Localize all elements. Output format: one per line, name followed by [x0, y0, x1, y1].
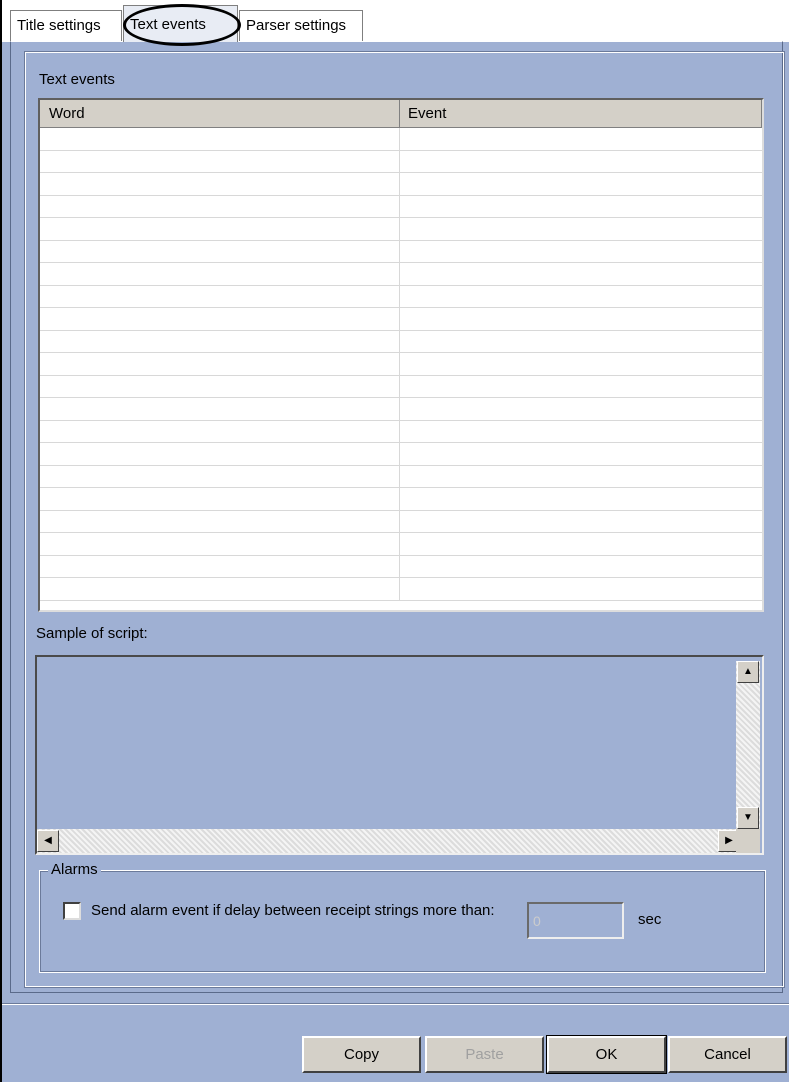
- grid-cell-word[interactable]: [40, 240, 400, 262]
- tab-parser-settings[interactable]: Parser settings: [239, 10, 363, 41]
- grid-cell-word[interactable]: [40, 555, 400, 577]
- grid-cell-event[interactable]: [400, 241, 762, 263]
- grid-cell-word[interactable]: [40, 195, 400, 217]
- grid-row[interactable]: [40, 443, 762, 466]
- horizontal-scrollbar[interactable]: ◀ ▶: [37, 829, 740, 853]
- sample-script-textarea[interactable]: ▲ ▼ ◀ ▶: [35, 655, 764, 855]
- tab-title-settings[interactable]: Title settings: [10, 10, 122, 41]
- grid-cell-event[interactable]: [400, 331, 762, 353]
- column-header-word[interactable]: Word: [40, 100, 400, 127]
- grid-cell-word[interactable]: [40, 578, 400, 600]
- column-header-event[interactable]: Event: [400, 100, 762, 127]
- grid-cell-word[interactable]: [40, 465, 400, 487]
- grid-cell-word[interactable]: [40, 330, 400, 352]
- grid-row[interactable]: [40, 173, 762, 196]
- grid-row[interactable]: [40, 240, 762, 263]
- grid-cell-event[interactable]: [400, 398, 762, 420]
- sample-script-label: Sample of script:: [36, 625, 148, 642]
- grid-cell-event[interactable]: [400, 173, 762, 195]
- grid-cell-event[interactable]: [400, 196, 762, 218]
- grid-row[interactable]: [40, 375, 762, 398]
- grid-cell-event[interactable]: [400, 286, 762, 308]
- grid-cell-event[interactable]: [400, 511, 762, 533]
- scroll-up-icon[interactable]: ▲: [737, 661, 759, 683]
- grid-cell-event[interactable]: [400, 488, 762, 510]
- copy-button[interactable]: Copy: [302, 1036, 421, 1073]
- grid-cell-word[interactable]: [40, 353, 400, 375]
- grid-row[interactable]: [40, 533, 762, 556]
- ok-button[interactable]: OK: [546, 1035, 667, 1074]
- grid-cell-word[interactable]: [40, 173, 400, 195]
- text-events-label: Text events: [39, 71, 115, 88]
- grid-row[interactable]: [40, 353, 762, 376]
- tab-bar: Title settings Text events Parser settin…: [2, 0, 789, 46]
- send-alarm-checkbox[interactable]: [63, 902, 81, 920]
- alarms-legend: Alarms: [48, 861, 101, 878]
- grid-cell-event[interactable]: [400, 151, 762, 173]
- scroll-left-icon[interactable]: ◀: [37, 830, 59, 852]
- grid-row[interactable]: [40, 510, 762, 533]
- grid-cell-word[interactable]: [40, 308, 400, 330]
- grid-cell-event[interactable]: [400, 353, 762, 375]
- grid-cell-event[interactable]: [400, 556, 762, 578]
- grid-row[interactable]: [40, 195, 762, 218]
- text-events-grid[interactable]: Word Event: [38, 98, 764, 612]
- grid-cell-word[interactable]: [40, 128, 400, 150]
- tab-text-events[interactable]: Text events: [123, 5, 238, 42]
- grid-cell-event[interactable]: [400, 308, 762, 330]
- grid-cell-word[interactable]: [40, 263, 400, 285]
- grid-cell-event[interactable]: [400, 533, 762, 555]
- grid-cell-event[interactable]: [400, 263, 762, 285]
- grid-cell-word[interactable]: [40, 488, 400, 510]
- grid-cell-event[interactable]: [400, 218, 762, 240]
- grid-row[interactable]: [40, 465, 762, 488]
- paste-button[interactable]: Paste: [425, 1036, 544, 1073]
- grid-row[interactable]: [40, 128, 762, 151]
- grid-row[interactable]: [40, 488, 762, 511]
- grid-cell-event[interactable]: [400, 421, 762, 443]
- grid-cell-word[interactable]: [40, 285, 400, 307]
- scrollbar-corner: [736, 829, 760, 853]
- grid-row[interactable]: [40, 398, 762, 421]
- grid-cell-event[interactable]: [400, 578, 762, 600]
- cancel-button[interactable]: Cancel: [668, 1036, 787, 1073]
- grid-cell-event[interactable]: [400, 443, 762, 465]
- vertical-scrollbar[interactable]: ▲ ▼: [736, 661, 760, 829]
- grid-cell-word[interactable]: [40, 375, 400, 397]
- grid-row[interactable]: [40, 420, 762, 443]
- grid-cell-event[interactable]: [400, 128, 762, 150]
- grid-body: [40, 128, 762, 601]
- scroll-down-icon[interactable]: ▼: [737, 807, 759, 829]
- grid-row[interactable]: [40, 555, 762, 578]
- settings-window: Title settings Text events Parser settin…: [0, 0, 789, 1082]
- grid-header: Word Event: [40, 100, 762, 128]
- grid-cell-word[interactable]: [40, 398, 400, 420]
- sec-unit-label: sec: [638, 911, 662, 928]
- grid-cell-event[interactable]: [400, 376, 762, 398]
- grid-cell-word[interactable]: [40, 443, 400, 465]
- grid-cell-word[interactable]: [40, 533, 400, 555]
- delay-input[interactable]: [527, 902, 624, 939]
- grid-cell-word[interactable]: [40, 420, 400, 442]
- grid-cell-event[interactable]: [400, 466, 762, 488]
- grid-row[interactable]: [40, 218, 762, 241]
- grid-row[interactable]: [40, 578, 762, 601]
- grid-row[interactable]: [40, 330, 762, 353]
- grid-row[interactable]: [40, 285, 762, 308]
- grid-row[interactable]: [40, 150, 762, 173]
- grid-cell-word[interactable]: [40, 218, 400, 240]
- bottom-separator: [2, 1003, 789, 1005]
- grid-row[interactable]: [40, 308, 762, 331]
- grid-row[interactable]: [40, 263, 762, 286]
- send-alarm-label[interactable]: Send alarm event if delay between receip…: [91, 901, 511, 921]
- grid-cell-word[interactable]: [40, 510, 400, 532]
- grid-cell-word[interactable]: [40, 150, 400, 172]
